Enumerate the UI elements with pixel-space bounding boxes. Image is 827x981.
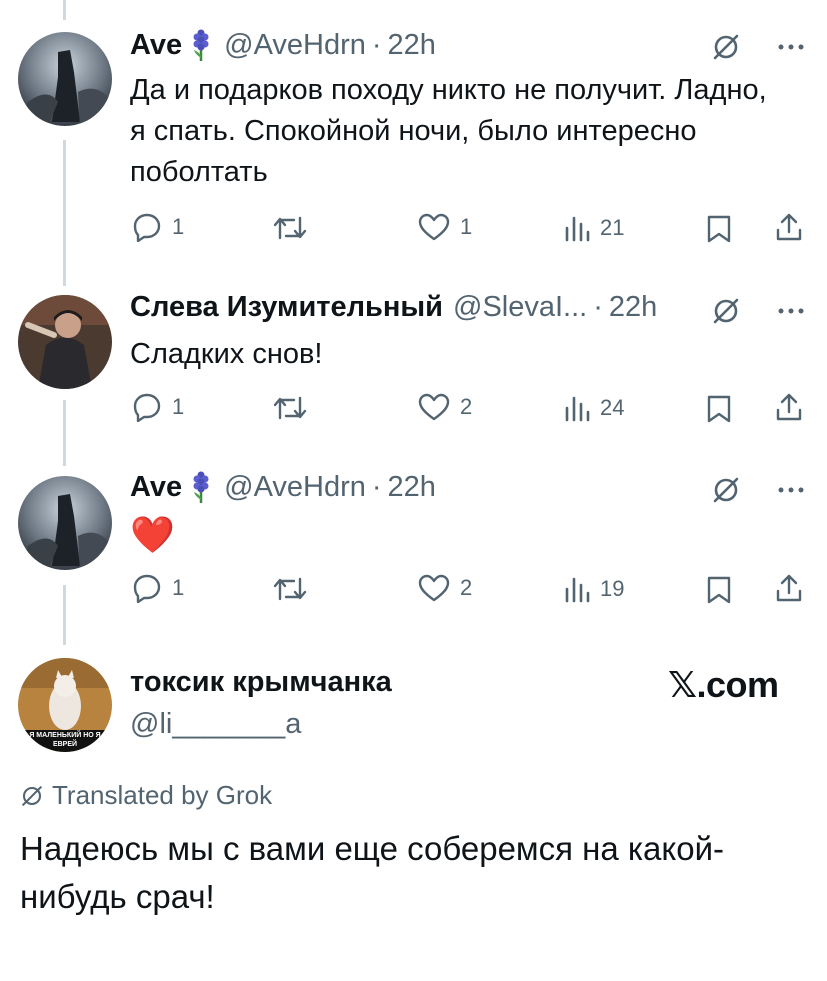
repost-icon bbox=[273, 396, 307, 420]
view-count: 24 bbox=[600, 395, 625, 420]
reply-icon bbox=[133, 213, 161, 242]
post-text: Надеюсь мы с вами еще соберемся на какой… bbox=[20, 830, 724, 915]
tweet-header: Ave @AveHdrn · 22h bbox=[130, 28, 436, 62]
repost-icon bbox=[273, 577, 307, 601]
avatar[interactable] bbox=[18, 476, 112, 570]
share-icon[interactable] bbox=[775, 573, 803, 603]
view-count: 19 bbox=[600, 576, 625, 601]
thread-line bbox=[63, 400, 66, 466]
handle[interactable]: @li_______a bbox=[130, 708, 301, 741]
display-name[interactable]: Слева Изумительный bbox=[130, 291, 443, 324]
views-button[interactable]: 21 bbox=[564, 214, 624, 242]
reply-button[interactable]: 1 bbox=[132, 212, 184, 242]
translation-note: Translated by Grok bbox=[20, 780, 272, 811]
thread-line bbox=[63, 585, 66, 645]
reply-count: 1 bbox=[172, 575, 185, 600]
tweet-text: Сладких снов! bbox=[130, 338, 323, 370]
like-count: 2 bbox=[460, 575, 473, 600]
grok-icon[interactable] bbox=[711, 475, 741, 505]
views-button[interactable]: 19 bbox=[564, 575, 624, 603]
timestamp[interactable]: 22h bbox=[388, 29, 436, 62]
separator: · bbox=[593, 291, 603, 323]
like-icon bbox=[418, 393, 450, 421]
avatar[interactable] bbox=[18, 295, 112, 389]
tweet-header: Слева Изумительный @SlevaI... · 22h bbox=[130, 291, 657, 324]
avatar-caption: Я МАЛЕНЬКИЙ НО Я ЕВРЕЙ bbox=[29, 732, 101, 748]
reply-count: 1 bbox=[172, 394, 185, 419]
repost-button[interactable] bbox=[272, 575, 308, 603]
separator: · bbox=[371, 470, 382, 503]
reply-icon bbox=[133, 574, 161, 603]
like-button[interactable]: 2 bbox=[418, 574, 472, 602]
repost-icon bbox=[273, 216, 307, 240]
translated-by-label[interactable]: Translated by Grok bbox=[52, 780, 272, 811]
tweet-text: ❤️ bbox=[130, 514, 175, 555]
bookmark-icon[interactable] bbox=[706, 214, 732, 244]
handle[interactable]: @AveHdrn bbox=[224, 29, 366, 62]
thread-line bbox=[63, 140, 66, 286]
timestamp[interactable]: 22h bbox=[388, 471, 436, 504]
share-icon[interactable] bbox=[775, 212, 803, 242]
views-icon bbox=[565, 216, 590, 242]
avatar[interactable] bbox=[18, 32, 112, 126]
like-button[interactable]: 2 bbox=[418, 393, 472, 421]
grok-icon[interactable] bbox=[711, 296, 741, 326]
like-icon bbox=[418, 574, 450, 602]
avatar[interactable]: Я МАЛЕНЬКИЙ НО Я ЕВРЕЙ bbox=[18, 658, 112, 752]
bookmark-icon[interactable] bbox=[706, 575, 732, 605]
separator: · bbox=[371, 28, 382, 61]
like-icon bbox=[418, 213, 450, 241]
timestamp[interactable]: 22h bbox=[609, 291, 657, 324]
more-icon[interactable] bbox=[777, 43, 805, 51]
handle[interactable]: @AveHdrn bbox=[224, 471, 366, 504]
more-icon[interactable] bbox=[777, 486, 805, 494]
handle[interactable]: @SlevaI... bbox=[453, 291, 587, 324]
display-name[interactable]: Ave bbox=[130, 471, 182, 504]
views-button[interactable]: 24 bbox=[564, 394, 624, 422]
view-count: 21 bbox=[600, 215, 625, 240]
hyacinth-icon bbox=[193, 471, 209, 503]
reply-button[interactable]: 1 bbox=[132, 392, 184, 422]
reply-icon bbox=[133, 393, 161, 422]
like-button[interactable]: 1 bbox=[418, 213, 472, 241]
like-count: 2 bbox=[460, 394, 473, 419]
thread-line bbox=[63, 0, 66, 20]
bookmark-icon[interactable] bbox=[706, 394, 732, 424]
display-name[interactable]: токсик крымчанка bbox=[130, 666, 392, 699]
hyacinth-icon bbox=[193, 29, 209, 61]
reply-count: 1 bbox=[172, 214, 185, 239]
views-icon bbox=[565, 396, 590, 422]
share-icon[interactable] bbox=[775, 392, 803, 422]
x-watermark: 𝕏.com bbox=[668, 664, 779, 705]
display-name[interactable]: Ave bbox=[130, 29, 182, 62]
reply-button[interactable]: 1 bbox=[132, 573, 184, 603]
repost-button[interactable] bbox=[272, 214, 308, 242]
like-count: 1 bbox=[460, 214, 473, 239]
grok-icon bbox=[22, 785, 42, 806]
views-icon bbox=[565, 577, 590, 603]
tweet-header: Ave @AveHdrn · 22h bbox=[130, 470, 436, 504]
repost-button[interactable] bbox=[272, 394, 308, 422]
tweet-text: Да и подарков походу никто не получит. Л… bbox=[130, 74, 767, 188]
grok-icon[interactable] bbox=[711, 32, 741, 62]
more-icon[interactable] bbox=[777, 307, 805, 315]
